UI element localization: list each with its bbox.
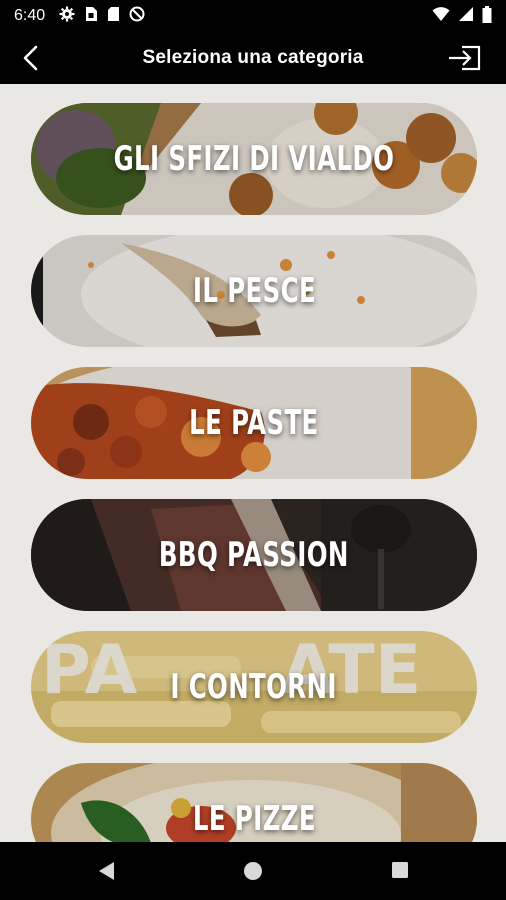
square-recents-icon[interactable] [391,861,409,883]
status-bar: 6:40 [0,0,506,32]
category-label: GLI SFIZI DI VIALDO [113,139,395,179]
do-not-disturb-icon [129,6,145,26]
category-pizze[interactable]: LE PIZZE [31,763,477,842]
category-label: LE PIZZE [192,799,316,839]
sd-card-icon [107,6,120,26]
status-right-icons [432,5,492,27]
category-bbq[interactable]: BBQ PASSION [31,499,477,611]
category-paste[interactable]: LE PASTE [31,367,477,479]
triangle-back-icon[interactable] [97,861,117,885]
signal-icon [458,6,474,26]
battery-icon [482,5,492,27]
category-label: IL PESCE [192,271,316,311]
category-label: BBQ PASSION [159,535,349,575]
category-label: I CONTORNI [170,667,338,707]
system-nav-bar [0,842,506,900]
page-title: Seleziona una categoria [142,47,364,68]
logout-icon[interactable] [448,44,482,72]
category-list[interactable]: GLI SFIZI DI VIALDO IL PESCE LE PASTE BB… [0,84,506,842]
wifi-icon [432,6,450,26]
status-time: 6:40 [14,7,46,24]
category-sfizi[interactable]: GLI SFIZI DI VIALDO [31,103,477,215]
status-left-icons [59,6,145,26]
category-pesce[interactable]: IL PESCE [31,235,477,347]
app-bar: Seleziona una categoria [0,32,506,84]
sim-icon [84,6,98,26]
circle-home-icon[interactable] [243,861,263,885]
category-label: LE PASTE [189,403,319,443]
chevron-left-icon[interactable] [18,44,46,72]
gear-icon [59,6,75,26]
category-contorni[interactable]: PA ATE I CONTORNI [31,631,477,743]
